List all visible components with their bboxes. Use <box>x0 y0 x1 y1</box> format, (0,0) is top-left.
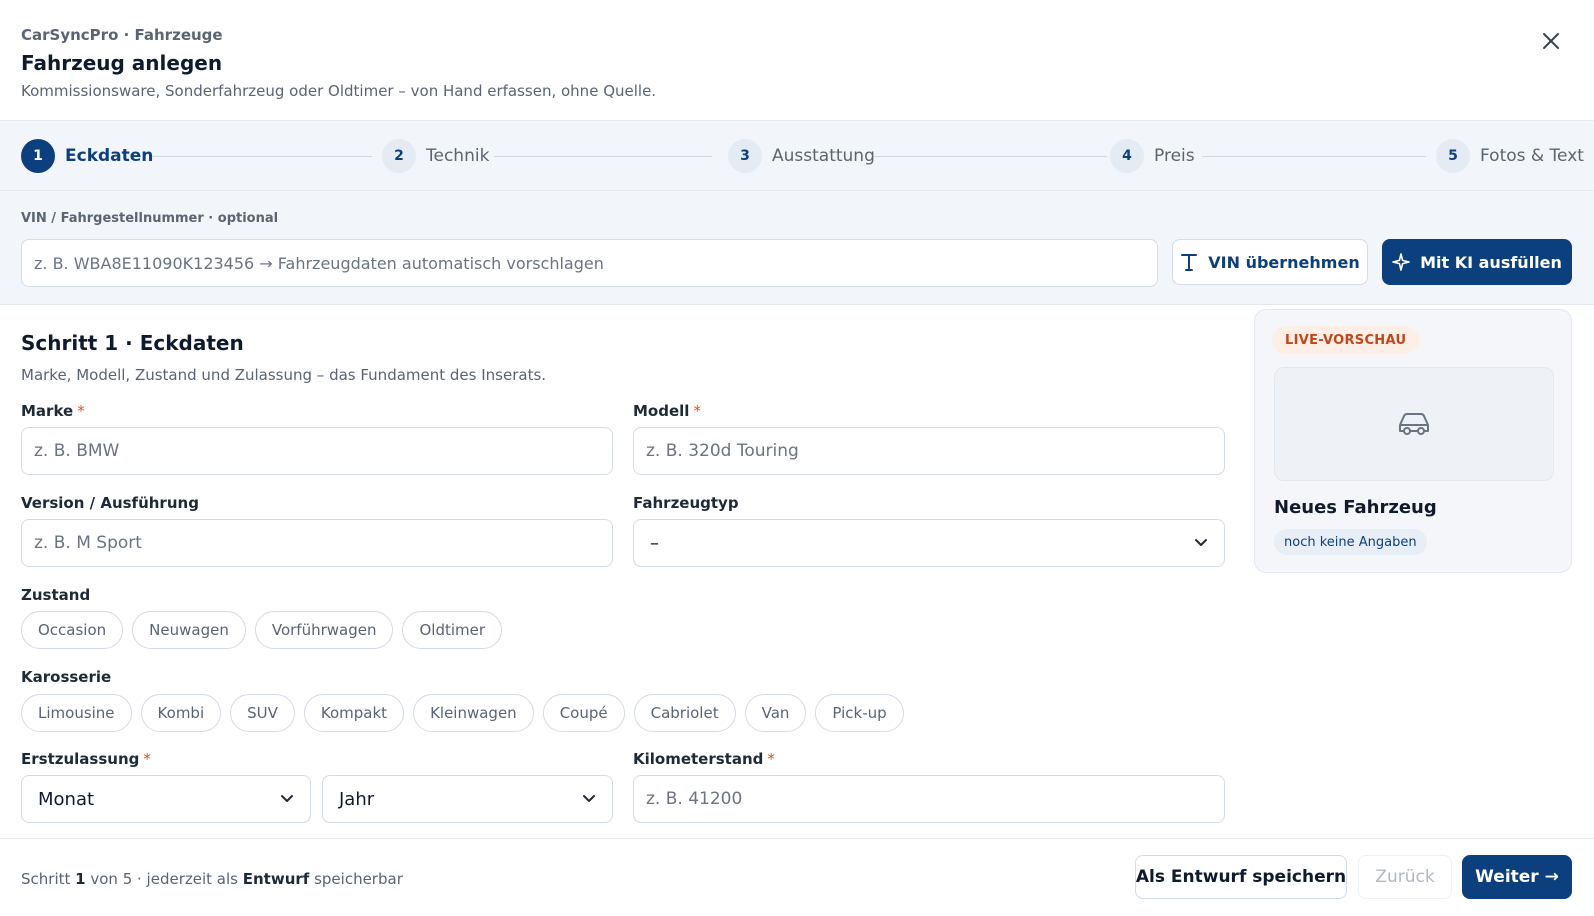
condition-chip-oldtimer[interactable]: Oldtimer <box>402 611 503 649</box>
vehicle-type-label: Fahrzeugtyp <box>633 494 739 512</box>
chevron-down-icon <box>281 795 293 802</box>
breadcrumb: CarSyncPro · Fahrzeuge <box>21 26 223 44</box>
condition-chip-neuwagen[interactable]: Neuwagen <box>132 611 246 649</box>
close-button[interactable] <box>1538 28 1564 54</box>
progress-hint: Schritt 1 von 5 · jederzeit als Entwurf … <box>21 870 403 888</box>
car-icon <box>1399 413 1429 435</box>
adopt-vin-button[interactable]: VIN übernehmen <box>1172 239 1368 285</box>
step-connector <box>150 156 372 157</box>
step-label: Eckdaten <box>65 146 154 166</box>
registration-month-value: Monat <box>38 788 95 810</box>
dialog-footer: Schritt 1 von 5 · jederzeit als Entwurf … <box>0 838 1594 916</box>
version-input[interactable] <box>21 519 613 567</box>
text-cursor-icon <box>1181 254 1198 271</box>
ai-fill-button[interactable]: Mit KI ausfüllen <box>1382 239 1572 285</box>
body-chip-suv[interactable]: SUV <box>230 694 295 732</box>
step-connector <box>873 156 1107 157</box>
body-chip-pickup[interactable]: Pick-up <box>815 694 904 732</box>
stepper: 1 Eckdaten 2 Technik 3 Ausstattung 4 Pre… <box>0 121 1594 191</box>
condition-label: Zustand <box>21 586 91 604</box>
step-ausstattung[interactable]: 3 Ausstattung <box>728 138 875 174</box>
registration-year-select[interactable]: Jahr <box>322 775 613 823</box>
required-marker: * <box>693 402 701 420</box>
registration-month-select[interactable]: Monat <box>21 775 311 823</box>
model-label: Modell * <box>633 402 701 420</box>
body-chip-cabriolet[interactable]: Cabriolet <box>633 694 736 732</box>
vehicle-type-select[interactable]: – <box>633 519 1225 567</box>
step-preis[interactable]: 4 Preis <box>1110 138 1195 174</box>
step-number: 2 <box>382 139 416 173</box>
chevron-down-icon <box>1195 539 1207 546</box>
version-label: Version / Ausführung <box>21 494 199 512</box>
step-connector <box>1202 156 1426 157</box>
body-options: Limousine Kombi SUV Kompakt Kleinwagen C… <box>21 694 904 732</box>
condition-chip-vorfuehrwagen[interactable]: Vorführwagen <box>254 611 394 649</box>
section-description: Marke, Modell, Zustand und Zulassung – d… <box>21 366 547 384</box>
body-chip-limousine[interactable]: Limousine <box>21 694 132 732</box>
body-label: Karosserie <box>21 668 112 686</box>
step-label: Ausstattung <box>772 146 875 166</box>
preview-vehicle-name: Neues Fahrzeug <box>1274 497 1437 518</box>
chevron-down-icon <box>583 795 595 802</box>
create-vehicle-dialog: CarSyncPro · Fahrzeuge Fahrzeug anlegen … <box>0 0 1594 916</box>
body-chip-van[interactable]: Van <box>744 694 807 732</box>
registration-year-value: Jahr <box>339 788 375 810</box>
page-title: Fahrzeug anlegen <box>21 51 223 75</box>
vin-section: VIN / Fahrgestellnummer · optional VIN ü… <box>0 191 1594 305</box>
section-title: Schritt 1 · Eckdaten <box>21 331 244 355</box>
body-chip-kombi[interactable]: Kombi <box>140 694 222 732</box>
save-draft-button[interactable]: Als Entwurf speichern <box>1135 855 1347 899</box>
required-marker: * <box>77 402 85 420</box>
vin-input[interactable] <box>21 239 1158 287</box>
step-label: Fotos & Text <box>1480 146 1584 166</box>
body-chip-kompakt[interactable]: Kompakt <box>303 694 405 732</box>
required-marker: * <box>143 750 151 768</box>
body-chip-kleinwagen[interactable]: Kleinwagen <box>413 694 534 732</box>
step-eckdaten[interactable]: 1 Eckdaten <box>21 138 153 174</box>
close-icon <box>1543 33 1559 49</box>
next-button[interactable]: Weiter → <box>1462 855 1572 899</box>
make-label: Marke * <box>21 402 85 420</box>
live-preview-badge: LIVE-VORSCHAU <box>1272 326 1420 354</box>
step-label: Preis <box>1154 146 1195 166</box>
step-number: 3 <box>728 139 762 173</box>
first-registration-label: Erstzulassung * <box>21 750 151 768</box>
step-label: Technik <box>426 146 490 166</box>
step-connector <box>494 156 712 157</box>
step-technik[interactable]: 2 Technik <box>382 138 489 174</box>
step-number: 5 <box>1436 139 1470 173</box>
ai-fill-label: Mit KI ausfüllen <box>1420 252 1562 272</box>
body-chip-coupe[interactable]: Coupé <box>542 694 625 732</box>
preview-image-placeholder <box>1274 367 1554 481</box>
sparkle-icon <box>1392 253 1410 271</box>
back-button[interactable]: Zurück <box>1358 855 1452 899</box>
step-fotos-text[interactable]: 5 Fotos & Text <box>1436 138 1584 174</box>
vin-label: VIN / Fahrgestellnummer · optional <box>21 211 279 226</box>
adopt-vin-label: VIN übernehmen <box>1208 252 1360 272</box>
preview-status-badge: noch keine Angaben <box>1274 529 1427 555</box>
live-preview-card: LIVE-VORSCHAU Neues Fahrzeug noch keine … <box>1254 309 1572 573</box>
step-number: 1 <box>21 139 55 173</box>
condition-chip-occasion[interactable]: Occasion <box>21 611 124 649</box>
condition-options: Occasion Neuwagen Vorführwagen Oldtimer <box>21 611 503 649</box>
dialog-header: CarSyncPro · Fahrzeuge Fahrzeug anlegen … <box>0 0 1594 121</box>
step-number: 4 <box>1110 139 1144 173</box>
model-input[interactable] <box>633 427 1225 475</box>
mileage-input[interactable] <box>633 775 1225 823</box>
mileage-label: Kilometerstand * <box>633 750 775 768</box>
vehicle-type-value: – <box>650 532 659 554</box>
page-subtitle: Kommissionsware, Sonderfahrzeug oder Old… <box>21 82 657 100</box>
required-marker: * <box>767 750 775 768</box>
make-input[interactable] <box>21 427 613 475</box>
